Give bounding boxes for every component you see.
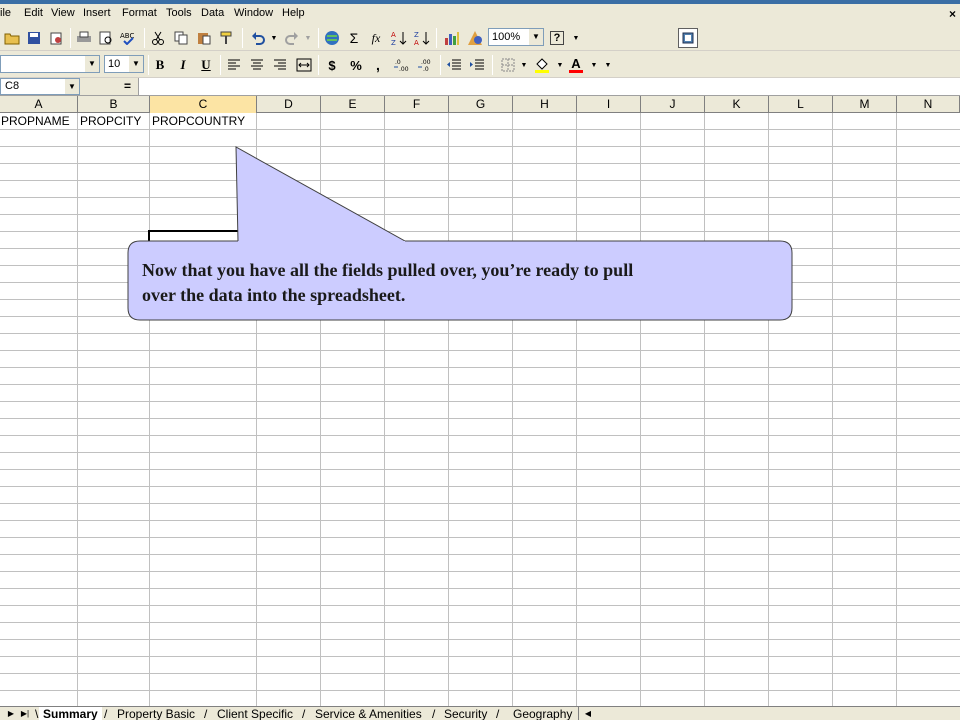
tab-security[interactable]: Security [440, 707, 491, 720]
callout-bubble [127, 146, 793, 321]
tab-divider: / [496, 707, 500, 720]
tab-divider: / [104, 707, 108, 720]
callout-line-2: over the data into the spreadsheet. [142, 285, 406, 305]
tab-geography[interactable]: Geography [509, 707, 576, 720]
prev-sheet-icon[interactable]: ▶ [4, 708, 18, 720]
sheet-tab-bar: ▶ ▶| \ Summary / Property Basic / Client… [0, 706, 960, 720]
scroll-left-icon[interactable]: ◀ [581, 708, 595, 720]
tab-divider: / [302, 707, 306, 720]
tab-service-amenities[interactable]: Service & Amenities [311, 707, 426, 720]
tab-summary[interactable]: Summary [39, 707, 102, 720]
callout-text: Now that you have all the fields pulled … [142, 258, 782, 308]
callout-line-1: Now that you have all the fields pulled … [142, 260, 634, 280]
horizontal-scrollbar[interactable]: ◀ [578, 707, 960, 720]
last-sheet-icon[interactable]: ▶| [18, 708, 32, 720]
tab-property-basic[interactable]: Property Basic [113, 707, 199, 720]
tab-divider: / [204, 707, 208, 720]
tab-client-specific[interactable]: Client Specific [213, 707, 297, 720]
tab-divider: \ [35, 707, 39, 720]
tab-divider: / [432, 707, 436, 720]
